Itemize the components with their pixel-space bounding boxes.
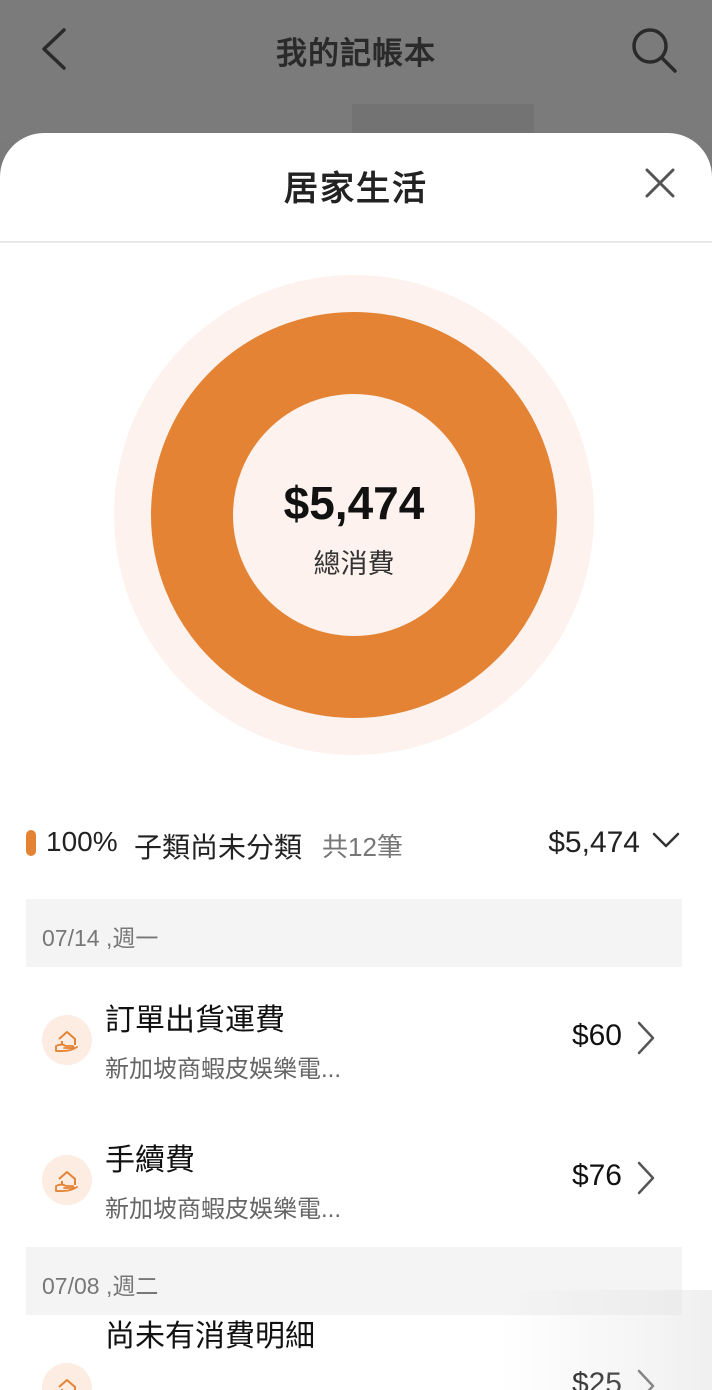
chevron-right-icon — [637, 1021, 655, 1055]
home-hand-icon — [42, 1015, 92, 1065]
subcategory-name: 子類尚未分類 — [134, 832, 303, 863]
underlay-header: 我的記帳本 — [0, 0, 712, 140]
home-hand-icon — [42, 1155, 92, 1205]
transaction-row[interactable]: 手續費 新加坡商蝦皮娛樂電... $76 — [0, 1107, 712, 1247]
transaction-amount: $76 — [571, 1159, 622, 1192]
transaction-count: 共12筆 — [322, 832, 403, 862]
transaction-amount: $25 — [571, 1367, 622, 1390]
transaction-merchant: 新加坡商蝦皮娛樂電... — [105, 1056, 342, 1083]
sheet-title: 居家生活 — [284, 170, 428, 208]
close-icon — [645, 168, 675, 198]
transaction-title: 訂單出貨運費 — [105, 1004, 285, 1037]
total-label: 總消費 — [313, 549, 395, 579]
subcategory-summary-row[interactable]: 100% 子類尚未分類 共12筆 $5,474 — [0, 818, 712, 868]
transaction-row[interactable]: 訂單出貨運費 新加坡商蝦皮娛樂電... $60 — [0, 967, 712, 1107]
transaction-amount: $60 — [571, 1019, 622, 1052]
search-button[interactable] — [628, 24, 680, 76]
chevron-right-icon — [637, 1161, 655, 1195]
subcategory-percent: 100% — [46, 826, 118, 857]
subcategory-total: $5,474 — [548, 826, 640, 859]
search-icon — [632, 28, 677, 73]
close-button[interactable] — [640, 163, 680, 203]
transaction-row[interactable]: 尚未有消費明細 $25 — [0, 1315, 712, 1390]
transaction-title: 手續費 — [105, 1144, 195, 1177]
home-hand-icon — [42, 1363, 92, 1390]
date-group-header: 07/14 ,週一 — [26, 899, 682, 967]
sheet-header: 居家生活 — [0, 133, 712, 243]
total-amount: $5,474 — [283, 477, 425, 529]
date-group-header: 07/08 ,週二 — [26, 1247, 682, 1315]
chevron-right-icon — [637, 1369, 655, 1390]
chevron-down-icon[interactable] — [652, 830, 680, 850]
page-title: 我的記帳本 — [276, 36, 436, 71]
transaction-title: 尚未有消費明細 — [105, 1320, 315, 1353]
date-label: 07/08 ,週二 — [42, 1273, 159, 1299]
category-detail-sheet: 居家生活 $5,474 總消費 100% 子類尚未分類 共12筆 $5,474 … — [0, 133, 712, 1390]
donut-center: $5,474 總消費 — [234, 396, 474, 636]
transaction-merchant: 新加坡商蝦皮娛樂電... — [105, 1196, 342, 1223]
date-label: 07/14 ,週一 — [42, 925, 159, 951]
category-color-marker — [26, 830, 36, 856]
